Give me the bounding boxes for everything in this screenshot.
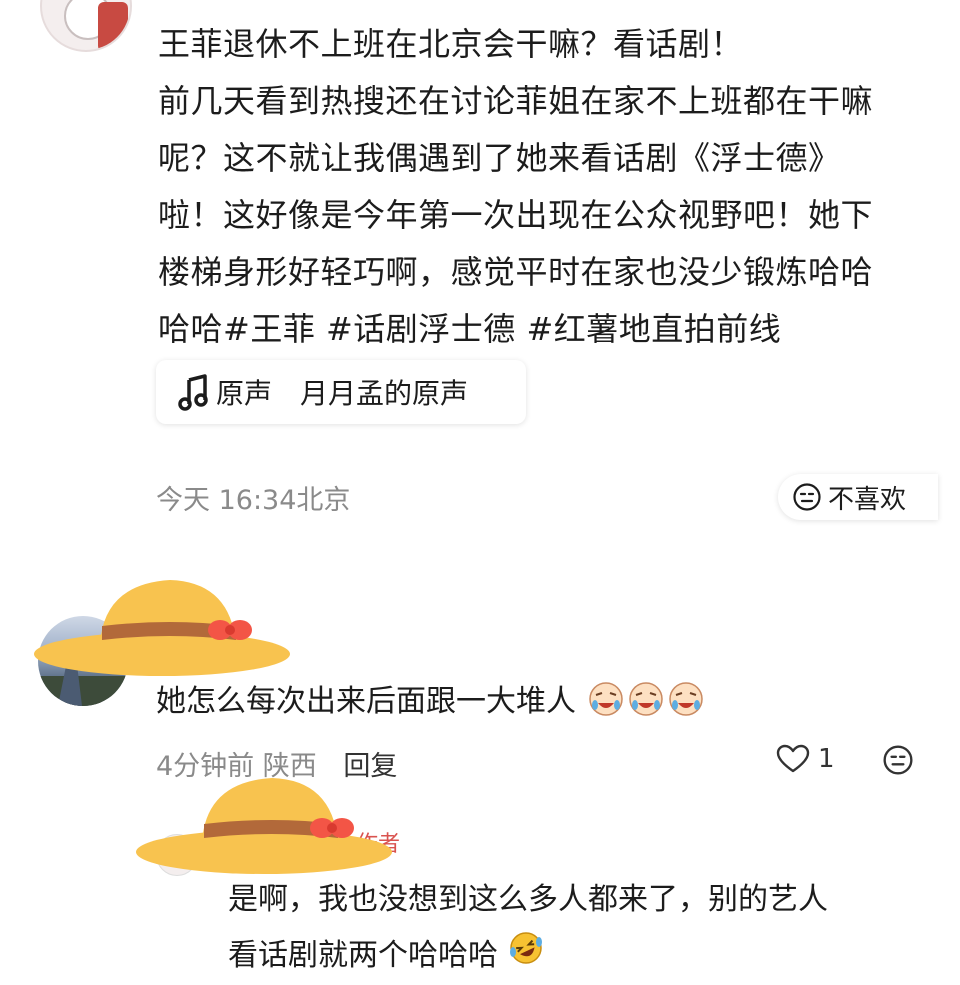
comment-text: 她怎么每次出来后面跟一大堆人	[156, 676, 706, 727]
dislike-button[interactable]: 不喜欢	[778, 474, 938, 520]
sound-name: 月月孟的原声	[300, 377, 469, 410]
reply-line-text: 看话剧就两个哈哈哈	[228, 938, 498, 973]
post-line: 呢？这不就让我偶遇到了她来看话剧《浮士德》	[158, 139, 841, 177]
neutral-face-icon	[793, 483, 821, 511]
straw-hat-decoration	[136, 778, 392, 874]
post-body: 王菲退休不上班在北京会干嘛？看话剧！ 前几天看到热搜还在讨论菲姐在家不上班都在干…	[158, 16, 938, 358]
rolling-laughing-emoji	[508, 929, 544, 985]
heart-icon	[776, 744, 810, 773]
post-line: 楼梯身形好轻巧啊，感觉平时在家也没少锻炼哈哈	[158, 253, 874, 291]
reply-line: 是啊，我也没想到这么多人都来了，别的艺人	[228, 882, 828, 917]
post-line: 哈哈#王菲 #话剧浮士德 #红薯地直拍前线	[158, 310, 782, 348]
post-time-location: 今天 16:34北京	[156, 485, 351, 516]
comment-body: 她怎么每次出来后面跟一大堆人	[156, 684, 576, 719]
post-line: 王菲退休不上班在北京会干嘛？看话剧！	[158, 25, 744, 63]
laughing-crying-baby-emoji	[586, 679, 706, 727]
post-line: 啦！这好像是今年第一次出现在公众视野吧！她下	[158, 196, 874, 234]
neutral-face-icon	[883, 745, 913, 775]
reply-line-2: 看话剧就两个哈哈哈	[228, 928, 938, 985]
post-author-avatar[interactable]	[40, 0, 132, 52]
post-line: 前几天看到热搜还在讨论菲姐在家不上班都在干嘛	[158, 82, 874, 120]
original-sound-chip[interactable]: 原声 月月孟的原声	[156, 360, 526, 424]
reply-text: 是啊，我也没想到这么多人都来了，别的艺人 看话剧就两个哈哈哈	[228, 872, 938, 985]
comment-dislike-button[interactable]	[882, 744, 914, 780]
music-note-icon	[178, 374, 208, 411]
like-button[interactable]: 1	[776, 744, 835, 774]
sound-type-label: 原声	[216, 377, 273, 410]
straw-hat-decoration	[34, 580, 290, 676]
dislike-label: 不喜欢	[828, 484, 907, 515]
like-count: 1	[818, 744, 835, 774]
